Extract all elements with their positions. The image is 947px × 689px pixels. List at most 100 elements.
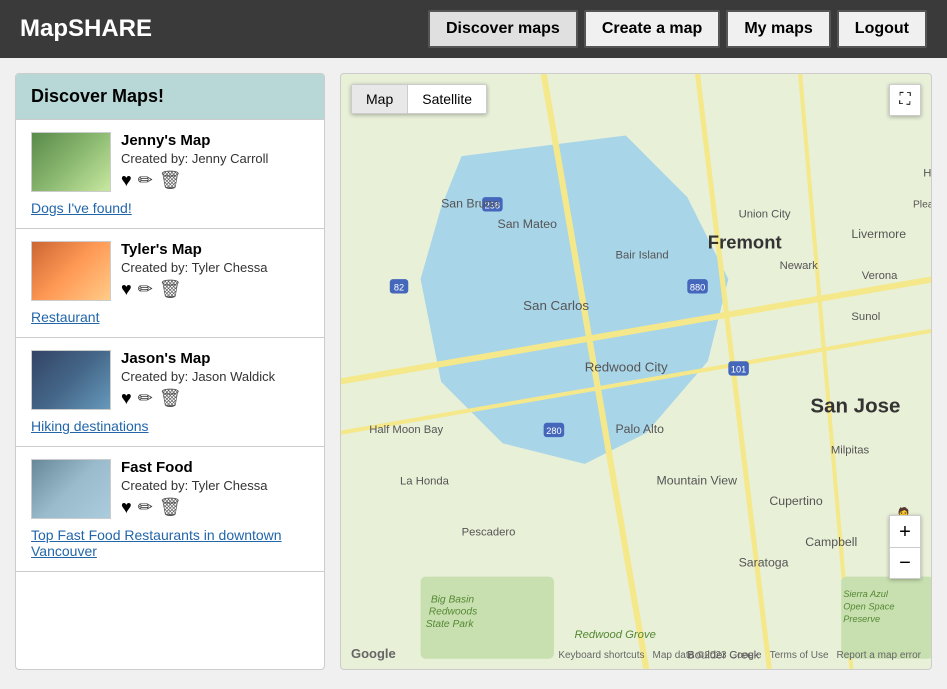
svg-text:Livermore: Livermore xyxy=(851,227,906,241)
favorite-icon[interactable]: ♥ xyxy=(121,497,132,518)
svg-text:880: 880 xyxy=(690,282,705,292)
map-card-info: Jenny's Map Created by: Jenny Carroll ♥ … xyxy=(121,132,309,191)
map-card-name: Jason's Map xyxy=(121,350,309,367)
fullscreen-icon: ⛶ xyxy=(899,91,910,109)
map-card-thumbnail xyxy=(31,459,111,519)
map-card-name: Tyler's Map xyxy=(121,241,309,258)
svg-text:Fremont: Fremont xyxy=(708,231,782,252)
report-map-error[interactable]: Report a map error xyxy=(837,650,921,661)
map-card-name: Fast Food xyxy=(121,459,309,476)
map-card-fastfood-map: Fast Food Created by: Tyler Chessa ♥ ✏ 🗑… xyxy=(16,447,324,572)
svg-text:San Mateo: San Mateo xyxy=(498,217,558,231)
svg-text:La Honda: La Honda xyxy=(400,475,450,487)
svg-text:State Park: State Park xyxy=(426,619,475,630)
nav-create[interactable]: Create a map xyxy=(584,10,721,48)
main-nav: Discover maps Create a map My maps Logou… xyxy=(428,10,927,48)
map-card-description[interactable]: Dogs I've found! xyxy=(31,200,309,216)
svg-text:Hayward: Hayward xyxy=(923,168,931,180)
favorite-icon[interactable]: ♥ xyxy=(121,388,132,409)
edit-icon[interactable]: ✏ xyxy=(138,497,153,518)
map-cards-container: Jenny's Map Created by: Jenny Carroll ♥ … xyxy=(16,120,324,572)
sidebar-title: Discover Maps! xyxy=(16,74,324,120)
svg-text:Campbell: Campbell xyxy=(805,535,857,549)
svg-text:Mountain View: Mountain View xyxy=(657,473,738,487)
svg-text:San Bruno: San Bruno xyxy=(441,196,499,210)
google-logo: Google xyxy=(351,646,396,661)
svg-text:Verona: Verona xyxy=(862,270,898,282)
map-card-jennys-map: Jenny's Map Created by: Jenny Carroll ♥ … xyxy=(16,120,324,229)
map-card-creator: Created by: Tyler Chessa xyxy=(121,260,309,275)
header: MapSHARE Discover maps Create a map My m… xyxy=(0,0,947,58)
svg-text:Pleasanton: Pleasanton xyxy=(913,199,931,210)
svg-text:Newark: Newark xyxy=(780,260,819,272)
map-fullscreen-button[interactable]: ⛶ xyxy=(889,84,921,116)
svg-text:82: 82 xyxy=(394,282,404,292)
svg-text:San Carlos: San Carlos xyxy=(523,298,589,313)
map-card-top: Fast Food Created by: Tyler Chessa ♥ ✏ 🗑 xyxy=(31,459,309,519)
map-card-action-icons: ♥ ✏ 🗑 xyxy=(121,388,309,409)
svg-text:Sierra Azul: Sierra Azul xyxy=(843,589,889,599)
map-zoom-in[interactable]: + xyxy=(889,515,921,547)
map-card-creator: Created by: Tyler Chessa xyxy=(121,478,309,493)
nav-logout[interactable]: Logout xyxy=(837,10,927,48)
map-type-satellite[interactable]: Satellite xyxy=(408,85,486,113)
svg-text:Redwood City: Redwood City xyxy=(585,360,668,375)
edit-icon[interactable]: ✏ xyxy=(138,279,153,300)
map-card-jasons-map: Jason's Map Created by: Jason Waldick ♥ … xyxy=(16,338,324,447)
map-card-name: Jenny's Map xyxy=(121,132,309,149)
delete-icon[interactable]: 🗑 xyxy=(159,279,182,300)
map-card-description[interactable]: Hiking destinations xyxy=(31,418,309,434)
svg-text:San Jose: San Jose xyxy=(810,395,900,418)
map-card-creator: Created by: Jenny Carroll xyxy=(121,151,309,166)
svg-text:Milpitas: Milpitas xyxy=(831,445,870,457)
edit-icon[interactable]: ✏ xyxy=(138,170,153,191)
map-card-top: Jason's Map Created by: Jason Waldick ♥ … xyxy=(31,350,309,410)
svg-text:Union City: Union City xyxy=(739,209,791,221)
svg-text:Big Basin: Big Basin xyxy=(431,594,475,605)
map-card-creator: Created by: Jason Waldick xyxy=(121,369,309,384)
svg-text:280: 280 xyxy=(546,426,561,436)
map-card-action-icons: ♥ ✏ 🗑 xyxy=(121,170,309,191)
svg-text:Palo Alto: Palo Alto xyxy=(615,422,664,436)
map-card-thumbnail xyxy=(31,241,111,301)
map-card-top: Tyler's Map Created by: Tyler Chessa ♥ ✏… xyxy=(31,241,309,301)
map-card-info: Tyler's Map Created by: Tyler Chessa ♥ ✏… xyxy=(121,241,309,300)
sidebar: Discover Maps! Jenny's Map Created by: J… xyxy=(15,73,325,670)
map-card-action-icons: ♥ ✏ 🗑 xyxy=(121,279,309,300)
map-card-thumbnail xyxy=(31,350,111,410)
terms-of-use[interactable]: Terms of Use xyxy=(770,650,829,661)
svg-text:Pescadero: Pescadero xyxy=(462,527,516,539)
map-footer: Keyboard shortcuts Map data ©2023 Google… xyxy=(558,650,921,661)
svg-text:Cupertino: Cupertino xyxy=(769,494,822,508)
delete-icon[interactable]: 🗑 xyxy=(159,170,182,191)
map-zoom-controls: + − xyxy=(889,515,921,579)
keyboard-shortcuts[interactable]: Keyboard shortcuts xyxy=(558,650,644,661)
map-background: 238 82 280 880 101 Fremont San Jose San … xyxy=(341,74,931,669)
edit-icon[interactable]: ✏ xyxy=(138,388,153,409)
map-card-top: Jenny's Map Created by: Jenny Carroll ♥ … xyxy=(31,132,309,192)
svg-text:101: 101 xyxy=(731,365,746,375)
map-data-credit: Map data ©2023 Google xyxy=(652,650,761,661)
map-card-description[interactable]: Top Fast Food Restaurants in downtown Va… xyxy=(31,527,309,559)
map-type-controls: Map Satellite xyxy=(351,84,487,114)
svg-text:Redwoods: Redwoods xyxy=(429,607,477,618)
map-card-info: Jason's Map Created by: Jason Waldick ♥ … xyxy=(121,350,309,409)
app-logo: MapSHARE xyxy=(20,15,152,43)
svg-text:Sunol: Sunol xyxy=(851,311,880,323)
map-card-thumbnail xyxy=(31,132,111,192)
nav-my-maps[interactable]: My maps xyxy=(726,10,830,48)
map-zoom-out[interactable]: − xyxy=(889,547,921,579)
map-card-tylers-map: Tyler's Map Created by: Tyler Chessa ♥ ✏… xyxy=(16,229,324,338)
map-type-map[interactable]: Map xyxy=(352,85,408,113)
delete-icon[interactable]: 🗑 xyxy=(159,388,182,409)
favorite-icon[interactable]: ♥ xyxy=(121,170,132,191)
svg-text:Bair Island: Bair Island xyxy=(615,250,668,262)
main-content: Discover Maps! Jenny's Map Created by: J… xyxy=(0,58,947,685)
svg-text:Half Moon Bay: Half Moon Bay xyxy=(369,424,443,436)
svg-text:Redwood Grove: Redwood Grove xyxy=(574,629,655,641)
favorite-icon[interactable]: ♥ xyxy=(121,279,132,300)
svg-text:Open Space: Open Space xyxy=(843,602,894,612)
delete-icon[interactable]: 🗑 xyxy=(159,497,182,518)
map-card-description[interactable]: Restaurant xyxy=(31,309,309,325)
nav-discover[interactable]: Discover maps xyxy=(428,10,578,48)
